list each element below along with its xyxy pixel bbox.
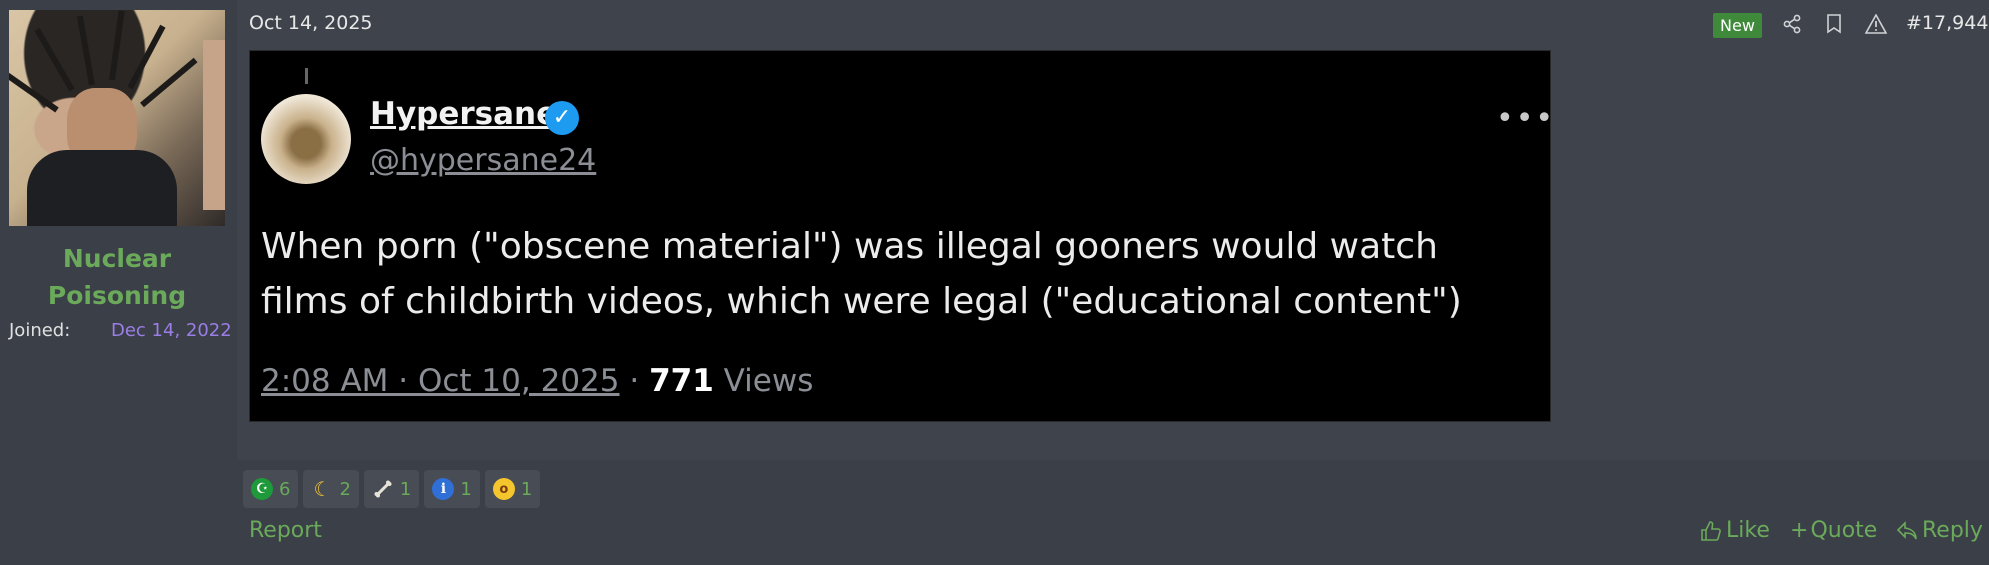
warning-icon[interactable] [1864, 12, 1888, 36]
tweet-avatar[interactable] [261, 94, 351, 184]
joined-date: Dec 14, 2022 [111, 320, 232, 341]
verified-badge-icon: ✓ [545, 101, 579, 135]
quote-label: Quote [1810, 518, 1878, 543]
like-label: Like [1726, 518, 1770, 543]
new-badge: New [1713, 13, 1762, 38]
yawn-icon: o [492, 478, 515, 500]
reaction-count: 1 [520, 478, 533, 500]
reaction-bone[interactable]: 1 [363, 470, 420, 508]
bone-icon [372, 478, 394, 500]
reaction-count: 6 [279, 478, 291, 500]
avatar[interactable] [9, 10, 225, 226]
views-count: 771 [649, 363, 714, 399]
username[interactable]: Nuclear Poisoning [0, 240, 234, 314]
moon-icon: ☾ [313, 477, 332, 501]
reaction-crescent-star[interactable]: ☪ 6 [243, 470, 299, 508]
reply-icon [1896, 520, 1917, 539]
reaction-info[interactable]: i 1 [424, 470, 480, 508]
share-icon[interactable] [1780, 12, 1804, 36]
embedded-tweet[interactable]: Hypersane ✓ @hypersane24 ••• When porn (… [249, 50, 1553, 422]
report-link[interactable]: Report [249, 518, 322, 543]
tweet-text: When porn ("obscene material") was illeg… [261, 226, 1462, 322]
reaction-count: 2 [339, 478, 351, 500]
thumbs-up-icon [1701, 520, 1721, 541]
tweet-timestamp[interactable]: 2:08 AM · Oct 10, 2025 [261, 363, 619, 399]
post-number-link[interactable]: #17,944 [1906, 12, 1988, 34]
crescent-star-icon: ☪ [251, 478, 273, 500]
meta-separator: · [629, 363, 640, 399]
reaction-yawn[interactable]: o 1 [484, 470, 541, 508]
tweet-meta: 2:08 AM · Oct 10, 2025 · 771 Views [261, 363, 813, 399]
reply-label: Reply [1922, 518, 1983, 543]
reaction-count: 1 [399, 478, 412, 500]
reaction-bar: ☪ 6 ☾ 2 1 i 1 o 1 [243, 470, 541, 508]
post-date[interactable]: Oct 14, 2025 [249, 12, 373, 34]
more-options-icon[interactable]: ••• [1496, 104, 1555, 134]
bookmark-icon[interactable] [1822, 12, 1846, 36]
quote-button[interactable]: + Quote [1790, 518, 1877, 543]
reaction-moon[interactable]: ☾ 2 [303, 470, 359, 508]
reaction-count: 1 [460, 478, 472, 500]
reply-button[interactable]: Reply [1896, 518, 1983, 543]
tweet-handle[interactable]: @hypersane24 [370, 143, 596, 178]
user-sidebar: Nuclear Poisoning Joined: Dec 14, 2022 [0, 0, 237, 565]
info-icon: i [432, 478, 455, 500]
tweet-thread-marker [305, 68, 308, 84]
like-button[interactable]: Like [1700, 518, 1770, 543]
joined-label: Joined: [9, 320, 71, 341]
views-label: Views [723, 363, 814, 399]
plus-icon: + [1790, 518, 1809, 543]
tweet-display-name[interactable]: Hypersane [370, 96, 557, 132]
